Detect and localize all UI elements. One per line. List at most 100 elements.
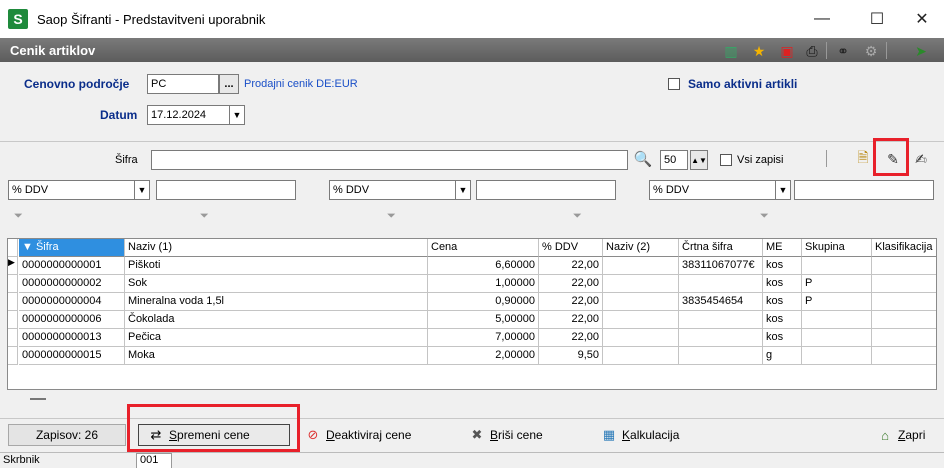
ddv-filter-1-value[interactable] bbox=[156, 180, 296, 200]
cell-skupina[interactable] bbox=[802, 329, 872, 347]
cell-cena[interactable]: 0,90000 bbox=[428, 293, 539, 311]
cell-cena[interactable]: 7,00000 bbox=[428, 329, 539, 347]
cell-crtna-sifra[interactable]: 38311067077€ bbox=[679, 257, 763, 275]
cell-ddv[interactable]: 22,00 bbox=[539, 329, 603, 347]
delete-prices-button[interactable]: ✖ Briši cene bbox=[468, 424, 543, 446]
cell-me[interactable]: kos bbox=[763, 257, 802, 275]
ddv-filter-1-dropdown-icon[interactable]: ▼ bbox=[134, 180, 150, 200]
cell-naziv2[interactable] bbox=[603, 293, 679, 311]
ddv-filter-2-dropdown-icon[interactable]: ▼ bbox=[455, 180, 471, 200]
cell-naziv1[interactable]: Piškoti bbox=[125, 257, 428, 275]
cell-me[interactable]: kos bbox=[763, 275, 802, 293]
table-row[interactable]: 0000000000004 Mineralna voda 1,5l 0,90000 2… bbox=[8, 293, 936, 311]
maximize-button[interactable]: ☐ bbox=[855, 6, 899, 32]
cell-ddv[interactable]: 22,00 bbox=[539, 257, 603, 275]
cell-naziv1[interactable]: Čokolada bbox=[125, 311, 428, 329]
all-records-checkbox[interactable] bbox=[720, 154, 732, 166]
cell-sifra[interactable]: 0000000000004 bbox=[19, 293, 125, 311]
cell-ddv[interactable]: 9,50 bbox=[539, 347, 603, 365]
cell-me[interactable]: g bbox=[763, 347, 802, 365]
minimize-button[interactable]: — bbox=[800, 6, 844, 32]
filter-funnel-icon[interactable]: ⏷ bbox=[760, 210, 774, 224]
close-form-button[interactable]: ⌂ Zapri bbox=[876, 424, 925, 446]
table-row[interactable]: 0000000000015 Moka 2,00000 9,50 g bbox=[8, 347, 936, 365]
cell-me[interactable]: kos bbox=[763, 293, 802, 311]
cell-klasifikacija[interactable] bbox=[872, 275, 936, 293]
binoculars-icon[interactable]: ⚭ bbox=[834, 42, 852, 60]
close-button[interactable]: ✕ bbox=[900, 6, 944, 32]
column-header-skupina[interactable]: Skupina bbox=[802, 239, 872, 257]
ddv-filter-2-value[interactable] bbox=[476, 180, 616, 200]
column-header-me[interactable]: ME bbox=[763, 239, 802, 257]
cell-crtna-sifra[interactable]: 3835454654 bbox=[679, 293, 763, 311]
cell-crtna-sifra[interactable] bbox=[679, 329, 763, 347]
count-input[interactable]: 50 bbox=[660, 150, 688, 170]
filter-funnel-icon[interactable]: ⏷ bbox=[387, 210, 401, 224]
cell-skupina[interactable] bbox=[802, 347, 872, 365]
cell-skupina[interactable] bbox=[802, 311, 872, 329]
cell-cena[interactable]: 1,00000 bbox=[428, 275, 539, 293]
cell-klasifikacija[interactable] bbox=[872, 257, 936, 275]
column-header-cena[interactable]: Cena bbox=[428, 239, 539, 257]
cell-sifra[interactable]: 0000000000013 bbox=[19, 329, 125, 347]
column-header-naziv2[interactable]: Naziv (2) bbox=[603, 239, 679, 257]
ddv-filter-3[interactable]: % DDV bbox=[649, 180, 777, 200]
cell-naziv2[interactable] bbox=[603, 311, 679, 329]
date-dropdown-icon[interactable]: ▼ bbox=[229, 105, 245, 125]
cell-naziv1[interactable]: Moka bbox=[125, 347, 428, 365]
ddv-filter-3-value[interactable] bbox=[794, 180, 934, 200]
cell-cena[interactable]: 6,60000 bbox=[428, 257, 539, 275]
search-icon[interactable]: 🔍 bbox=[634, 150, 653, 168]
column-header-klasifikacija[interactable]: Klasifikacija bbox=[872, 239, 936, 257]
ddv-filter-3-dropdown-icon[interactable]: ▼ bbox=[775, 180, 791, 200]
column-header-ddv[interactable]: % DDV bbox=[539, 239, 603, 257]
export-icon[interactable]: ▣ bbox=[778, 42, 796, 60]
cell-crtna-sifra[interactable] bbox=[679, 311, 763, 329]
table-row[interactable]: 0000000000002 Sok 1,00000 22,00 kos P bbox=[8, 275, 936, 293]
cell-ddv[interactable]: 22,00 bbox=[539, 275, 603, 293]
cell-skupina[interactable]: P bbox=[802, 275, 872, 293]
cell-naziv1[interactable]: Pečica bbox=[125, 329, 428, 347]
column-header-naziv1[interactable]: Naziv (1) bbox=[125, 239, 428, 257]
cell-ddv[interactable]: 22,00 bbox=[539, 293, 603, 311]
filter-funnel-icon[interactable]: ⏷ bbox=[14, 210, 28, 224]
price-area-lookup-button[interactable]: ... bbox=[219, 74, 239, 94]
cell-klasifikacija[interactable] bbox=[872, 293, 936, 311]
cell-me[interactable]: kos bbox=[763, 329, 802, 347]
table-row[interactable]: 0000000000013 Pečica 7,00000 22,00 kos bbox=[8, 329, 936, 347]
cell-sifra[interactable]: 0000000000001 bbox=[19, 257, 125, 275]
price-list-link[interactable]: Prodajni cenik DE:EUR bbox=[244, 78, 358, 90]
ddv-filter-2[interactable]: % DDV bbox=[329, 180, 457, 200]
cell-ddv[interactable]: 22,00 bbox=[539, 311, 603, 329]
column-header-sifra[interactable]: ▼ Šifra bbox=[19, 239, 125, 257]
cell-klasifikacija[interactable] bbox=[872, 311, 936, 329]
cell-naziv2[interactable] bbox=[603, 347, 679, 365]
cell-crtna-sifra[interactable] bbox=[679, 275, 763, 293]
cell-naziv1[interactable]: Sok bbox=[125, 275, 428, 293]
settings-icon[interactable]: ⚙ bbox=[862, 42, 880, 60]
filter-funnel-icon[interactable]: ⏷ bbox=[573, 210, 587, 224]
column-header-crtna-sifra[interactable]: Črtna šifra bbox=[679, 239, 763, 257]
table-row[interactable]: ▶ 0000000000001 Piškoti 6,60000 22,00 3831106… bbox=[8, 257, 936, 275]
cell-skupina[interactable] bbox=[802, 257, 872, 275]
cell-sifra[interactable]: 0000000000006 bbox=[19, 311, 125, 329]
ddv-filter-1[interactable]: % DDV bbox=[8, 180, 136, 200]
cell-naziv2[interactable] bbox=[603, 257, 679, 275]
exit-icon[interactable]: ➤ bbox=[912, 42, 930, 60]
cell-cena[interactable]: 5,00000 bbox=[428, 311, 539, 329]
sifra-search-input[interactable] bbox=[151, 150, 628, 170]
new-record-icon[interactable]: 🗎 bbox=[854, 149, 872, 168]
cell-crtna-sifra[interactable] bbox=[679, 347, 763, 365]
cell-naziv2[interactable] bbox=[603, 275, 679, 293]
cell-klasifikacija[interactable] bbox=[872, 347, 936, 365]
price-area-input[interactable]: PC bbox=[147, 74, 219, 94]
table-row[interactable]: 0000000000006 Čokolada 5,00000 22,00 kos bbox=[8, 311, 936, 329]
date-input[interactable]: 17.12.2024 bbox=[147, 105, 231, 125]
active-only-checkbox[interactable] bbox=[668, 78, 680, 90]
cell-me[interactable]: kos bbox=[763, 311, 802, 329]
print-icon[interactable]: ⎙ bbox=[803, 42, 821, 60]
deactivate-prices-button[interactable]: ⊘ Deaktiviraj cene bbox=[304, 424, 412, 446]
count-stepper[interactable]: ▲▼ bbox=[690, 150, 708, 170]
cell-naziv1[interactable]: Mineralna voda 1,5l bbox=[125, 293, 428, 311]
cell-klasifikacija[interactable] bbox=[872, 329, 936, 347]
